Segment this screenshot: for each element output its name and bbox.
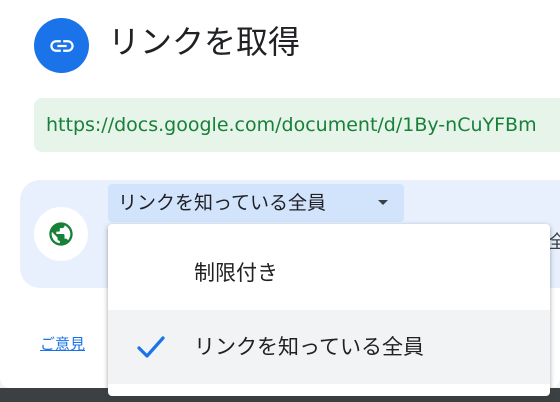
caret-down-icon [378, 200, 388, 205]
access-options-menu: 制限付き リンクを知っている全員 [108, 224, 550, 396]
general-access-dropdown[interactable]: リンクを知っている全員 [108, 184, 404, 222]
menu-item-restricted[interactable]: 制限付き [108, 236, 550, 310]
feedback-link[interactable]: ご意見 [40, 334, 85, 354]
link-icon [34, 18, 89, 73]
check-icon [137, 336, 165, 358]
menu-item-label: リンクを知っている全員 [194, 335, 424, 359]
link-url-text[interactable]: https://docs.google.com/document/d/1By-n… [46, 112, 537, 138]
general-access-selected: リンクを知っている全員 [118, 192, 327, 214]
link-url-field[interactable]: https://docs.google.com/document/d/1By-n… [34, 98, 560, 152]
menu-item-anyone-with-link[interactable]: リンクを知っている全員 [108, 310, 550, 384]
globe-icon [34, 207, 88, 261]
dialog-title: リンクを取得 [108, 23, 301, 61]
menu-item-label: 制限付き [194, 261, 278, 285]
